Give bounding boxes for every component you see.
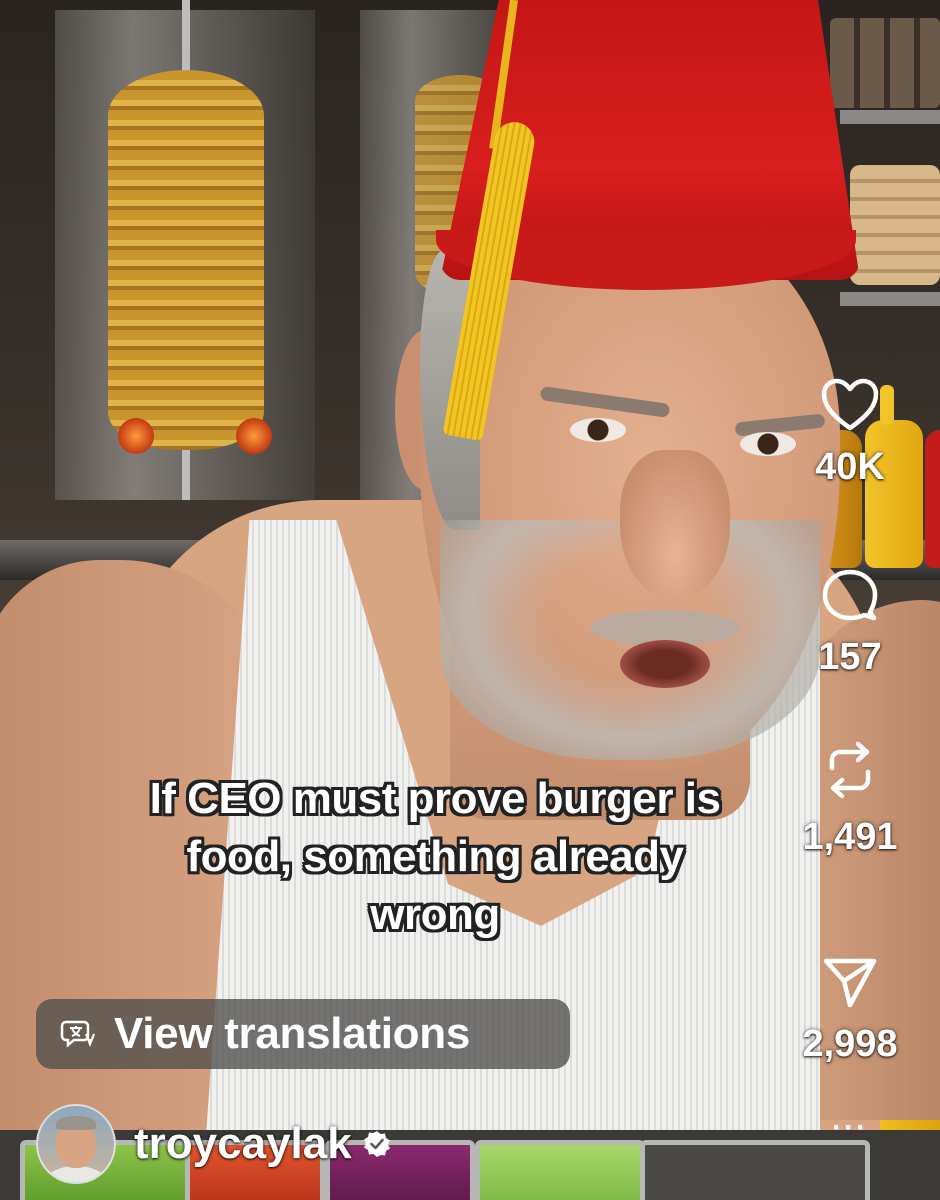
avatar[interactable] (36, 1104, 116, 1184)
send-paper-plane-icon (823, 958, 877, 1008)
heart-icon (821, 378, 879, 431)
repost-count: 1,491 (802, 816, 898, 858)
author-row[interactable]: troycaylak (36, 1104, 392, 1184)
shelf (840, 110, 940, 124)
like-button[interactable]: 40K (780, 378, 920, 489)
avatar-hair (56, 1116, 96, 1130)
empty-pan (640, 1140, 870, 1200)
more-options-button[interactable]: ··· (830, 1113, 870, 1143)
pita-stack (850, 165, 940, 285)
comment-bubble-icon (822, 569, 878, 621)
like-count: 40K (815, 446, 885, 488)
comment-count: 157 (818, 636, 882, 678)
eye (570, 418, 626, 442)
comment-button[interactable]: 157 (780, 568, 920, 679)
caption-line: food, something already (186, 832, 684, 881)
view-translations-label: View translations (114, 1009, 470, 1058)
view-translations-button[interactable]: View translations (36, 999, 570, 1069)
spice-jars (830, 18, 940, 108)
repost-button[interactable]: 1,491 (780, 738, 920, 859)
video-caption: If CEO must prove burger is food, someth… (80, 770, 790, 944)
shelf (840, 292, 940, 306)
repost-icon (829, 741, 871, 799)
caption-line: If CEO must prove burger is (149, 774, 721, 823)
mouth (620, 640, 710, 688)
share-button[interactable]: 2,998 (780, 955, 920, 1066)
share-count: 2,998 (802, 1023, 898, 1065)
caption-line: wrong (370, 890, 500, 939)
lettuce-pan (475, 1140, 645, 1200)
ketchup-bottle (925, 430, 940, 568)
doner-cone (108, 70, 264, 450)
avatar-shirt (46, 1166, 106, 1182)
translate-icon (60, 1020, 96, 1048)
more-dots-icon: ··· (832, 1111, 868, 1144)
verified-badge-icon (363, 1131, 390, 1157)
author-username[interactable]: troycaylak (134, 1119, 352, 1169)
nose (620, 450, 730, 600)
heater-glow (118, 418, 154, 454)
heater-glow (236, 418, 272, 454)
